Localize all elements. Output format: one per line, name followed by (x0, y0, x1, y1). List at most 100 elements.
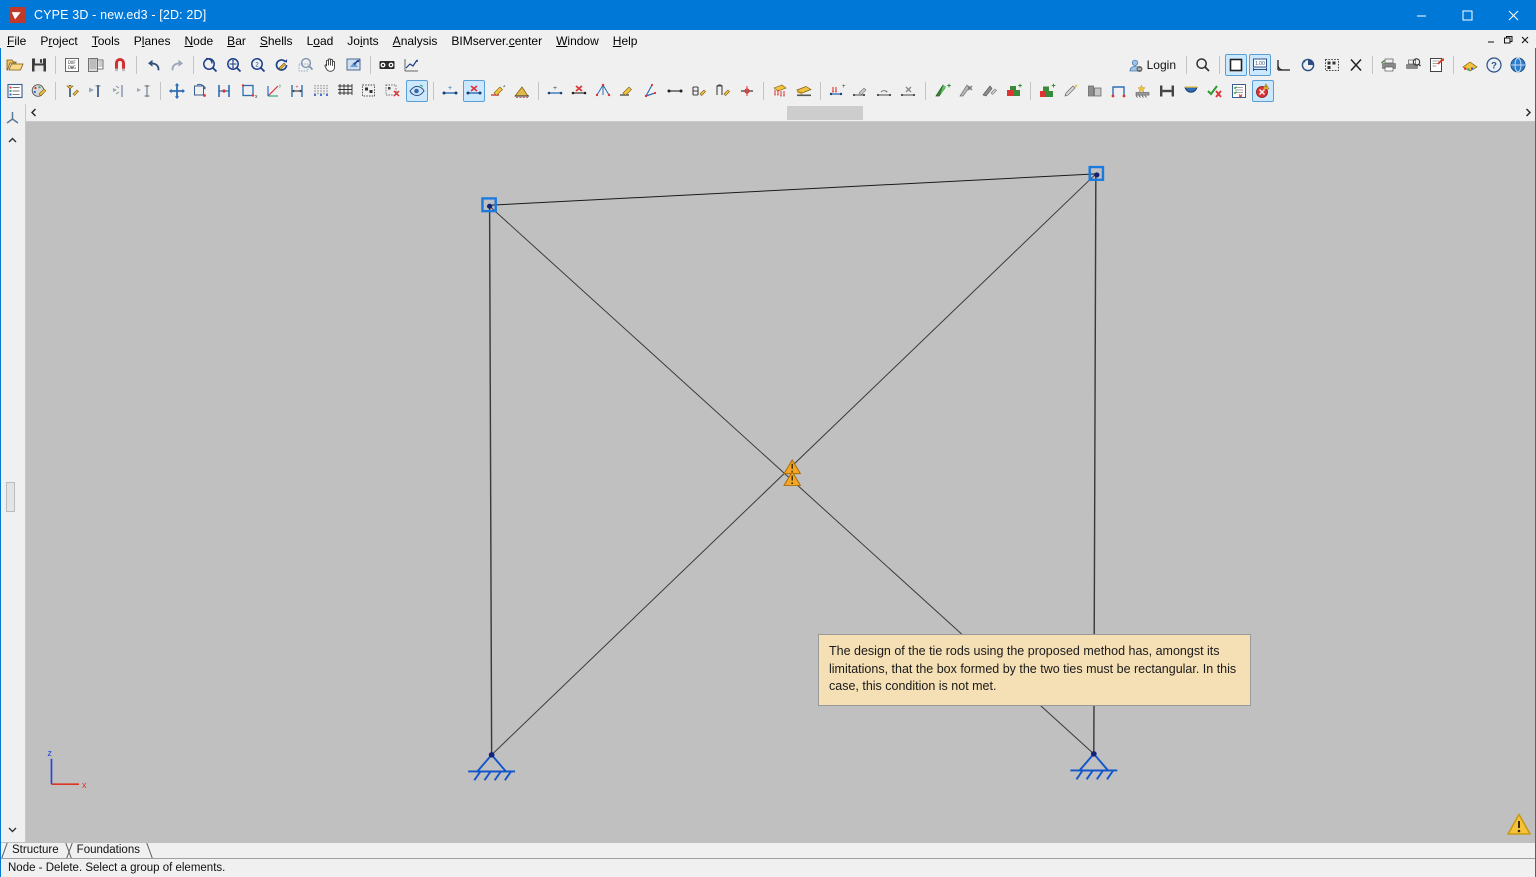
menu-tools[interactable]: Tools (85, 31, 127, 51)
rotate-view-button[interactable] (1297, 54, 1319, 76)
bar-segment-button[interactable] (664, 80, 686, 102)
shell-delete-button[interactable] (955, 80, 977, 102)
menu-analysis[interactable]: Analysis (386, 31, 445, 51)
diagram-button[interactable] (400, 54, 422, 76)
node-x-button[interactable]: x (238, 80, 260, 102)
splitter-grip[interactable] (6, 482, 15, 512)
menu-joints[interactable]: Joints (340, 31, 385, 51)
shell-new-button[interactable]: + (931, 80, 953, 102)
find-button[interactable] (1192, 54, 1214, 76)
bar-divide-button[interactable]: + (544, 80, 566, 102)
curve-button[interactable] (1180, 80, 1202, 102)
mdi-restore-button[interactable] (1500, 32, 1516, 47)
job-description-button[interactable] (4, 80, 26, 102)
select-group-button[interactable] (358, 80, 380, 102)
scroll-right-arrow[interactable] (1520, 105, 1536, 121)
shell-edit-button[interactable] (979, 80, 1001, 102)
object-snap-magnet-button[interactable] (109, 54, 131, 76)
tab-structure[interactable]: Structure (4, 843, 69, 858)
load-panel-button[interactable] (793, 80, 815, 102)
bar-delete-x-button[interactable] (568, 80, 590, 102)
load-new-button[interactable] (769, 80, 791, 102)
redo-button[interactable] (166, 54, 188, 76)
check-cross-button[interactable] (1204, 80, 1226, 102)
measure-angle-button[interactable] (1273, 54, 1295, 76)
menu-window[interactable]: Window (549, 31, 606, 51)
results-list-button[interactable] (1228, 80, 1250, 102)
visibility-eye-button[interactable] (406, 80, 428, 102)
zoom-double-button[interactable]: 2 (247, 54, 269, 76)
scrollbar-track[interactable] (42, 105, 1520, 121)
save-file-button[interactable] (28, 54, 50, 76)
new-bar-button[interactable]: + (439, 80, 461, 102)
new-node-button[interactable] (61, 80, 83, 102)
bar-section-button[interactable] (511, 80, 533, 102)
web-button[interactable] (1507, 54, 1529, 76)
tools-cross-button[interactable] (1345, 54, 1367, 76)
bar-edit-button[interactable] (616, 80, 638, 102)
delete-bar-button[interactable] (463, 80, 485, 102)
load-delete-button[interactable] (898, 80, 920, 102)
load-add-button[interactable]: + (826, 80, 848, 102)
menu-load[interactable]: Load (300, 31, 341, 51)
search-elements-button[interactable] (376, 54, 398, 76)
window-maximize-button[interactable] (1444, 0, 1490, 30)
wall-button[interactable] (1084, 80, 1106, 102)
selection-window-button[interactable] (1321, 54, 1343, 76)
import-dxf-dwg-button[interactable]: DXF DWG (61, 54, 83, 76)
view-solid-button[interactable] (1225, 54, 1247, 76)
zoom-window-button[interactable] (295, 54, 317, 76)
chevron-up-icon[interactable] (2, 129, 24, 151)
scroll-left-arrow[interactable] (26, 105, 42, 121)
chevron-down-icon[interactable] (7, 824, 18, 838)
manage-dxf-dwg-layers-button[interactable] (85, 54, 107, 76)
grid-points-button[interactable] (310, 80, 332, 102)
bar-buckling-button[interactable] (640, 80, 662, 102)
bim-export-button[interactable] (1459, 54, 1481, 76)
brush-button[interactable] (1060, 80, 1082, 102)
axes-button[interactable]: y (262, 80, 284, 102)
copy-node-button[interactable] (190, 80, 212, 102)
menu-planes[interactable]: Planes (127, 31, 178, 51)
pan-hand-button[interactable] (319, 54, 341, 76)
menu-file[interactable]: File (0, 31, 33, 51)
help-button[interactable]: ? (1483, 54, 1505, 76)
model-canvas[interactable]: z x The design of the tie rods using the… (26, 122, 1536, 842)
print-preview-button[interactable] (1402, 54, 1424, 76)
bar-profile-button[interactable] (688, 80, 710, 102)
zoom-all-button[interactable] (223, 54, 245, 76)
frame-button[interactable] (1108, 80, 1130, 102)
tab-foundations[interactable]: Foundations (69, 843, 150, 858)
window-minimize-button[interactable] (1398, 0, 1444, 30)
shell-add-block-button[interactable]: + (1003, 80, 1025, 102)
menu-project[interactable]: Project (33, 31, 84, 51)
mdi-close-button[interactable] (1517, 32, 1533, 47)
export-button[interactable] (1426, 54, 1448, 76)
bar-table-button[interactable] (712, 80, 734, 102)
distance-button[interactable]: + (286, 80, 308, 102)
foundation-button[interactable] (1132, 80, 1154, 102)
scrollbar-thumb[interactable] (787, 105, 863, 120)
error-warning-button[interactable] (1252, 80, 1274, 102)
bar-pencil-button[interactable] (487, 80, 509, 102)
tie-beam-button[interactable] (1156, 80, 1178, 102)
menu-node[interactable]: Node (177, 31, 220, 51)
menu-help[interactable]: Help (606, 31, 645, 51)
menu-bimserver-center[interactable]: BIMserver.center (444, 31, 549, 51)
load-edit-button[interactable] (850, 80, 872, 102)
horizontal-scrollbar[interactable] (26, 104, 1536, 122)
delete-group-button[interactable] (382, 80, 404, 102)
load-copy-button[interactable] (874, 80, 896, 102)
3d-axis-icon[interactable] (2, 107, 24, 129)
mdi-minimize-button[interactable] (1483, 32, 1499, 47)
node-table-button[interactable] (85, 80, 107, 102)
general-data-button[interactable] (28, 80, 50, 102)
align-node-button[interactable] (214, 80, 236, 102)
structure-drawing[interactable]: z x (26, 122, 1536, 842)
menu-bar[interactable]: Bar (220, 31, 253, 51)
window-close-button[interactable] (1490, 0, 1536, 30)
zoom-redraw-button[interactable] (271, 54, 293, 76)
bar-release-button[interactable] (736, 80, 758, 102)
fit-view-button[interactable] (343, 54, 365, 76)
node-merge-button[interactable] (109, 80, 131, 102)
